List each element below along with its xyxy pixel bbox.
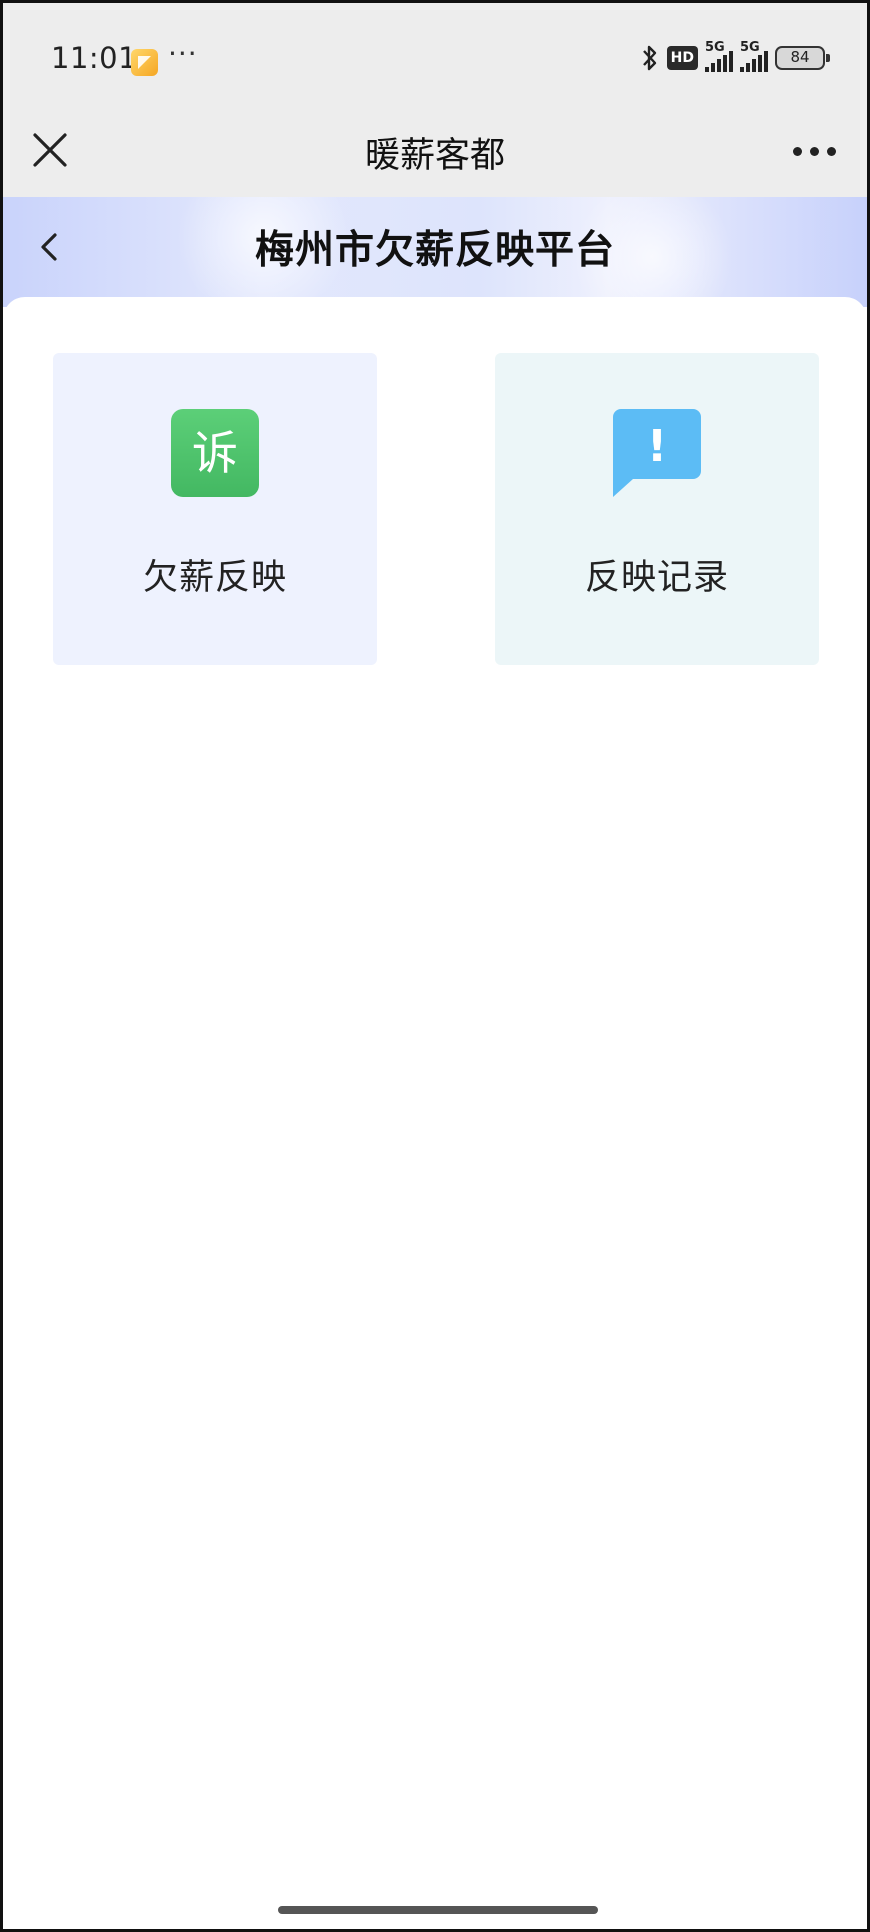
status-indicators: HD 5G 5G 84 xyxy=(640,40,830,73)
wage-arrears-report-button[interactable]: 诉 欠薪反映 xyxy=(53,353,377,665)
report-records-button[interactable]: ! 反映记录 xyxy=(495,353,819,665)
more-dot-icon xyxy=(792,146,802,156)
svg-text:!: ! xyxy=(647,421,667,472)
more-dot-icon xyxy=(826,146,836,156)
nav-title: 暖薪客都 xyxy=(364,136,505,176)
chat-alert-icon: ! xyxy=(613,409,701,497)
complaint-icon: 诉 xyxy=(171,409,259,497)
status-more-icon: ··· xyxy=(168,37,198,70)
more-dot-icon xyxy=(809,146,819,156)
signal-icon-sim1: 5G xyxy=(705,40,733,72)
signal-icon-sim2: 5G xyxy=(740,40,768,72)
tile-label-report: 欠薪反映 xyxy=(142,558,287,598)
page-title: 梅州市欠薪反映平台 xyxy=(254,228,615,273)
mini-program-nav-bar: 暖薪客都 xyxy=(3,109,867,197)
hd-voice-badge: HD xyxy=(666,46,698,70)
battery-icon: 84 xyxy=(775,46,830,70)
tile-label-records: 反映记录 xyxy=(584,558,729,598)
more-options-button[interactable] xyxy=(789,139,839,163)
svg-text:诉: 诉 xyxy=(192,426,238,480)
status-bar: 11:01 ··· HD 5G 5G 84 xyxy=(3,3,867,109)
status-time: 11:01 xyxy=(51,41,138,75)
screen: 11:01 ··· HD 5G 5G 84 暖薪客都 梅州市欠薪反映平台 诉 欠… xyxy=(0,0,870,1932)
bluetooth-icon xyxy=(642,45,656,71)
page-header: 梅州市欠薪反映平台 xyxy=(3,197,867,307)
main-content: 诉 欠薪反映 ! 反映记录 xyxy=(3,297,867,717)
home-indicator[interactable] xyxy=(278,1906,598,1914)
notes-app-icon xyxy=(131,49,158,76)
